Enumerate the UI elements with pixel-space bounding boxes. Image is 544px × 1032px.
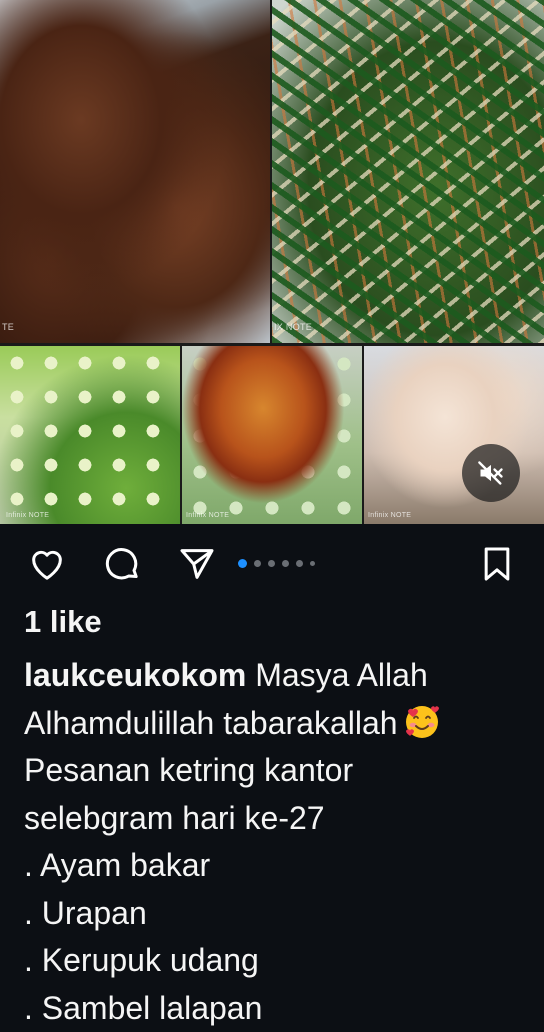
caption-line: . Sambel lalapan: [24, 985, 524, 1032]
like-count[interactable]: 1 like: [24, 604, 102, 640]
save-button[interactable]: [477, 544, 517, 584]
watermark: Infinix NOTE: [6, 512, 49, 519]
caption-line: selebgram hari ke-27: [24, 795, 524, 843]
caption-line: . Ayam bakar: [24, 842, 524, 890]
mute-button[interactable]: [462, 444, 520, 502]
speaker-muted-icon: [477, 459, 505, 487]
caption-line: . Kerupuk udang: [24, 937, 524, 985]
comment-icon: [102, 544, 142, 584]
caption-line: Pesanan ketring kantor: [24, 747, 524, 795]
username-link[interactable]: laukceukokom: [24, 657, 246, 693]
post-caption: laukceukokom Masya Allah Alhamdulillah t…: [24, 652, 524, 1032]
carousel-dot-active: [238, 559, 247, 568]
photo-cucumber: Infinix NOTE: [0, 346, 180, 524]
send-icon: [177, 544, 217, 584]
carousel-dot: [268, 560, 275, 567]
heart-icon: [27, 544, 67, 584]
like-button[interactable]: [27, 544, 67, 584]
caption-text: Alhamdulillah tabarakallah: [24, 705, 398, 741]
bookmark-icon: [477, 544, 517, 584]
post-action-bar: [0, 530, 544, 596]
carousel-indicator: [238, 559, 315, 568]
photo-ayam-bakar: TE: [0, 0, 270, 343]
smiling-face-with-hearts-emoji: [404, 704, 440, 740]
share-button[interactable]: [177, 544, 217, 584]
caption-line: laukceukokom Masya Allah: [24, 652, 524, 700]
carousel-dot: [296, 560, 303, 567]
watermark: TE: [2, 322, 14, 332]
carousel-dot: [254, 560, 261, 567]
watermark: Infinix NOTE: [186, 512, 229, 519]
photo-urapan: IX NOTE: [272, 0, 544, 343]
photo-kerupuk: Infinix NOTE: [364, 346, 544, 524]
watermark: IX NOTE: [274, 322, 312, 332]
watermark: Infinix NOTE: [368, 512, 411, 519]
caption-line: Alhamdulillah tabarakallah: [24, 700, 524, 748]
carousel-dot: [310, 561, 315, 566]
post-media-carousel[interactable]: TE IX NOTE Infinix NOTE Infinix NOTE Inf…: [0, 0, 544, 524]
carousel-dot: [282, 560, 289, 567]
photo-sambel: Infinix NOTE: [182, 346, 362, 524]
comment-button[interactable]: [102, 544, 142, 584]
caption-line: . Urapan: [24, 890, 524, 938]
caption-text: Masya Allah: [246, 657, 427, 693]
